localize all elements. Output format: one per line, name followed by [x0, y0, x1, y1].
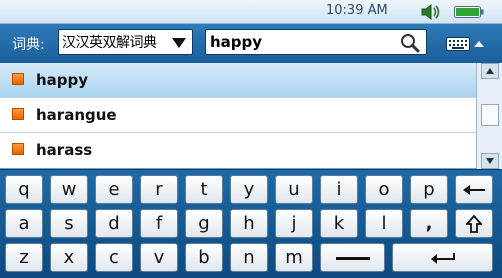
space-icon — [335, 256, 370, 260]
scroll-down-button[interactable] — [481, 153, 499, 169]
key-w[interactable]: w — [50, 175, 88, 204]
key-d[interactable]: d — [95, 209, 133, 238]
key-comma[interactable]: , — [410, 209, 448, 238]
scroll-thumb[interactable] — [481, 104, 499, 126]
bullet-icon — [12, 73, 24, 85]
key-s[interactable]: s — [50, 209, 88, 238]
key-u[interactable]: u — [275, 175, 313, 204]
scroll-up-button[interactable] — [481, 63, 499, 79]
dropdown-arrow-icon — [172, 38, 186, 48]
key-q[interactable]: q — [5, 175, 43, 204]
key-o[interactable]: o — [365, 175, 403, 204]
key-x[interactable]: x — [50, 243, 88, 272]
key-h[interactable]: h — [230, 209, 268, 238]
shift-key[interactable] — [455, 209, 493, 238]
key-k[interactable]: k — [320, 209, 358, 238]
arrow-down-icon — [486, 158, 494, 164]
bullet-icon — [12, 143, 24, 155]
key-z[interactable]: z — [5, 243, 43, 272]
key-r[interactable]: r — [140, 175, 178, 204]
list-item-label: happy — [36, 71, 89, 89]
status-bar: 10:39 AM — [0, 0, 502, 24]
key-g[interactable]: g — [185, 209, 223, 238]
word-list: happy harangue harass — [0, 63, 476, 169]
key-l[interactable]: l — [365, 209, 403, 238]
clock: 10:39 AM — [326, 3, 388, 18]
dictionary-label: 词典: — [12, 37, 45, 53]
enter-key[interactable] — [392, 243, 493, 272]
list-item-label: harangue — [36, 106, 117, 124]
search-header: 词典: 汉汉英双解词典 — [0, 24, 502, 63]
arrow-up-icon — [486, 68, 494, 74]
keyboard-icon — [446, 37, 470, 51]
list-item-label: harass — [36, 141, 93, 159]
keyboard-toggle-button[interactable] — [446, 33, 488, 55]
expand-arrow-icon — [474, 41, 484, 47]
enter-icon — [430, 252, 455, 264]
key-b[interactable]: b — [185, 243, 223, 272]
key-p[interactable]: p — [410, 175, 448, 204]
key-e[interactable]: e — [95, 175, 133, 204]
bullet-icon — [12, 108, 24, 120]
key-a[interactable]: a — [5, 209, 43, 238]
key-c[interactable]: c — [95, 243, 133, 272]
shift-icon — [466, 214, 482, 233]
scrollbar[interactable] — [476, 63, 502, 169]
onscreen-keyboard: q w e r t y u i o p a s d f g h j k l , … — [0, 170, 502, 278]
search-icon[interactable] — [400, 33, 420, 53]
key-f[interactable]: f — [140, 209, 178, 238]
speaker-icon[interactable] — [420, 3, 442, 21]
search-input[interactable] — [206, 30, 396, 54]
list-item[interactable]: happy — [0, 63, 476, 98]
key-t[interactable]: t — [185, 175, 223, 204]
list-item[interactable]: harass — [0, 133, 476, 168]
dictionary-select-value: 汉汉英双解词典 — [62, 35, 157, 51]
search-box — [205, 29, 427, 55]
backspace-key[interactable] — [455, 175, 493, 204]
battery-icon — [454, 6, 484, 18]
backspace-icon — [463, 184, 485, 195]
key-i[interactable]: i — [320, 175, 358, 204]
key-j[interactable]: j — [275, 209, 313, 238]
key-m[interactable]: m — [275, 243, 313, 272]
key-n[interactable]: n — [230, 243, 268, 272]
dictionary-select[interactable]: 汉汉英双解词典 — [58, 29, 193, 55]
key-y[interactable]: y — [230, 175, 268, 204]
space-key[interactable] — [320, 243, 385, 272]
key-v[interactable]: v — [140, 243, 178, 272]
list-item[interactable]: harangue — [0, 98, 476, 133]
